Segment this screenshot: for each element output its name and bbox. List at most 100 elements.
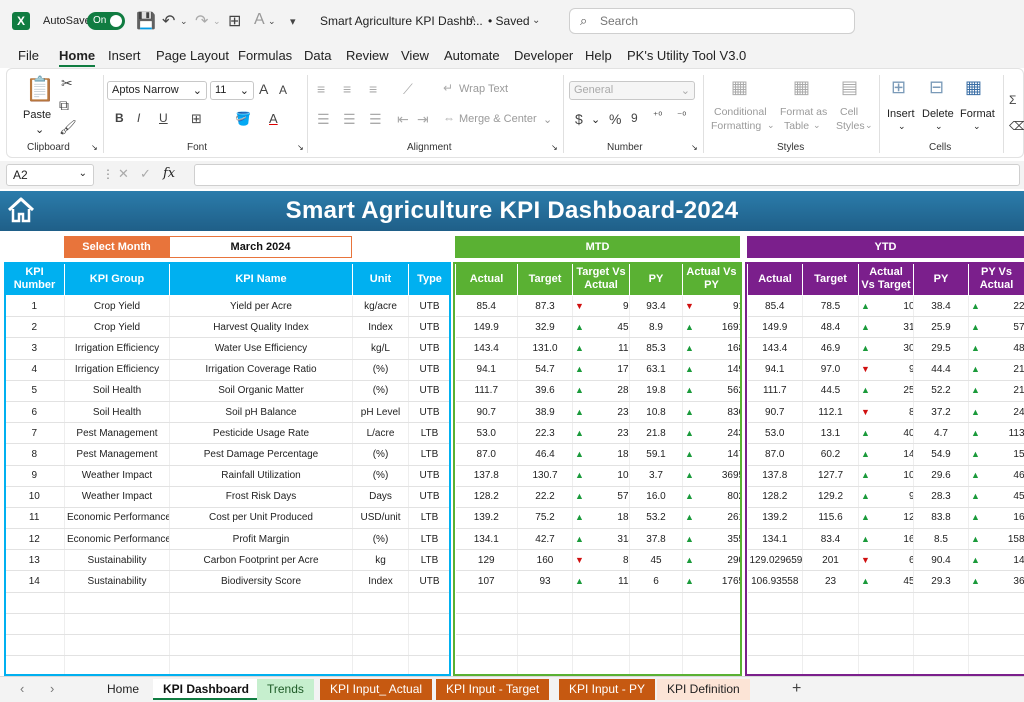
tab-help[interactable]: Help: [585, 48, 612, 63]
italic-icon[interactable]: I: [137, 111, 140, 125]
font-color-icon[interactable]: A: [254, 11, 265, 29]
conditional-formatting-label-2[interactable]: Formatting: [711, 120, 761, 132]
align-bottom-icon[interactable]: ≡: [369, 81, 377, 97]
undo-icon[interactable]: ↶: [162, 11, 175, 31]
merge-center-button[interactable]: Merge & Center: [459, 113, 537, 125]
name-box[interactable]: A2 ⌄: [6, 164, 94, 186]
paste-dropdown-icon[interactable]: ⌄: [35, 123, 44, 136]
orientation-icon[interactable]: ⟋: [403, 81, 413, 98]
sheet-tab-kpi-dashboard[interactable]: KPI Dashboard: [153, 679, 260, 700]
bold-icon[interactable]: B: [115, 111, 124, 125]
format-as-table-label-1[interactable]: Format as: [780, 106, 827, 118]
sheet-tab-kpi-definition[interactable]: KPI Definition: [657, 679, 750, 700]
tab-page-layout[interactable]: Page Layout: [156, 48, 229, 63]
cell-styles-label-1[interactable]: Cell: [840, 106, 858, 118]
tab-data[interactable]: Data: [304, 48, 331, 63]
tab-view[interactable]: View: [401, 48, 429, 63]
currency-dropdown-icon[interactable]: ⌄: [591, 113, 600, 126]
cell-styles-label-2[interactable]: Styles: [836, 120, 865, 132]
tab-insert[interactable]: Insert: [108, 48, 141, 63]
increase-indent-icon[interactable]: ⇥: [417, 111, 429, 128]
tab-formulas[interactable]: Formulas: [238, 48, 292, 63]
chevron-down-icon[interactable]: ⌄: [543, 113, 552, 126]
alignment-launcher-icon[interactable]: ↘: [551, 143, 558, 152]
comma-style-icon[interactable]: 9: [631, 111, 638, 125]
chevron-right-icon[interactable]: ›: [50, 681, 54, 696]
chevron-down-icon[interactable]: ⌄: [813, 120, 821, 131]
tab-review[interactable]: Review: [346, 48, 389, 63]
font-color-dropdown-icon[interactable]: ⌄: [268, 16, 276, 27]
delete-cells-button[interactable]: Delete: [922, 108, 954, 120]
search-box[interactable]: ⌕: [569, 8, 855, 34]
saved-status[interactable]: • Saved: [488, 14, 530, 28]
cancel-icon[interactable]: ✕: [118, 166, 129, 182]
format-cells-icon[interactable]: ▦: [965, 77, 982, 98]
clear-icon[interactable]: ⌫: [1009, 119, 1024, 133]
borders-icon[interactable]: ⊞: [191, 111, 202, 127]
format-painter-icon[interactable]: 🖌: [59, 119, 77, 136]
font-color-icon[interactable]: A: [269, 111, 278, 126]
sheet-tab-kpi-input-actual[interactable]: KPI Input_ Actual: [320, 679, 433, 700]
percent-icon[interactable]: %: [609, 111, 621, 127]
increase-decimal-icon[interactable]: ⁺⁰: [653, 111, 662, 122]
copy-icon[interactable]: ⧉: [59, 97, 69, 114]
insert-function-icon[interactable]: fx: [163, 166, 175, 181]
more-options-icon[interactable]: ⋮: [102, 167, 114, 181]
paste-icon[interactable]: 📋: [25, 75, 55, 104]
merge-center-icon[interactable]: ⇔: [443, 111, 455, 125]
wrap-text-button[interactable]: Wrap Text: [459, 83, 508, 95]
cut-icon[interactable]: ✂: [61, 75, 73, 92]
font-name-select[interactable]: Aptos Narrow ⌄: [107, 81, 207, 100]
sheet-tab-kpi-input-py[interactable]: KPI Input - PY: [559, 679, 656, 700]
undo-dropdown-icon[interactable]: ⌄: [180, 16, 188, 27]
autosum-icon[interactable]: Σ: [1009, 93, 1016, 107]
conditional-formatting-icon[interactable]: ▦: [731, 77, 748, 98]
font-size-select[interactable]: 11 ⌄: [210, 81, 254, 100]
cell-styles-icon[interactable]: ▤: [841, 77, 858, 98]
currency-icon[interactable]: $: [575, 111, 583, 127]
redo-icon[interactable]: ↷: [195, 11, 208, 31]
paste-button[interactable]: Paste: [23, 109, 51, 121]
borders-icon[interactable]: ⊞: [228, 11, 241, 31]
search-input[interactable]: [600, 12, 840, 30]
formula-input[interactable]: [194, 164, 1020, 186]
underline-icon[interactable]: U: [159, 111, 168, 125]
tab-file[interactable]: File: [18, 48, 39, 63]
sharing-icon[interactable]: ᴬ: [470, 14, 475, 28]
decrease-decimal-icon[interactable]: ⁻⁰: [677, 111, 686, 122]
tab-home[interactable]: Home: [59, 48, 96, 67]
number-launcher-icon[interactable]: ↘: [691, 143, 698, 152]
enter-icon[interactable]: ✓: [140, 166, 151, 182]
chevron-down-icon[interactable]: ⌄: [898, 121, 906, 132]
decrease-indent-icon[interactable]: ⇤: [397, 111, 409, 128]
autosave-toggle[interactable]: On: [87, 12, 125, 30]
sheet-tab-home[interactable]: Home: [97, 679, 149, 700]
add-sheet-button[interactable]: +: [792, 680, 801, 698]
fill-color-icon[interactable]: 🪣: [235, 111, 251, 127]
saved-dropdown-icon[interactable]: ⌄: [532, 15, 540, 26]
chevron-down-icon[interactable]: ⌄: [935, 121, 943, 132]
chevron-down-icon[interactable]: ⌄: [865, 120, 873, 131]
number-format-select[interactable]: General ⌄: [569, 81, 695, 100]
tab-automate[interactable]: Automate: [444, 48, 500, 63]
align-right-icon[interactable]: ☰: [369, 111, 382, 128]
align-top-icon[interactable]: ≡: [317, 81, 325, 97]
save-icon[interactable]: 💾: [136, 11, 156, 31]
conditional-formatting-label-1[interactable]: Conditional: [714, 106, 767, 118]
format-as-table-icon[interactable]: ▦: [793, 77, 810, 98]
format-as-table-label-2[interactable]: Table: [784, 120, 809, 132]
insert-cells-button[interactable]: Insert: [887, 108, 915, 120]
format-cells-button[interactable]: Format: [960, 108, 995, 120]
align-center-icon[interactable]: ☰: [343, 111, 356, 128]
decrease-font-icon[interactable]: A: [279, 83, 287, 97]
chevron-left-icon[interactable]: ‹: [20, 681, 24, 696]
tab-developer[interactable]: Developer: [514, 48, 573, 63]
increase-font-icon[interactable]: A: [259, 81, 268, 97]
chevron-down-icon[interactable]: ⌄: [767, 120, 775, 131]
insert-cells-icon[interactable]: ⊞: [891, 77, 906, 98]
tab-pk-utility-tool[interactable]: PK's Utility Tool V3.0: [627, 48, 746, 63]
delete-cells-icon[interactable]: ⊟: [929, 77, 944, 98]
align-left-icon[interactable]: ☰: [317, 111, 330, 128]
sheet-tab-trends[interactable]: Trends: [257, 679, 314, 700]
redo-dropdown-icon[interactable]: ⌄: [213, 16, 221, 27]
